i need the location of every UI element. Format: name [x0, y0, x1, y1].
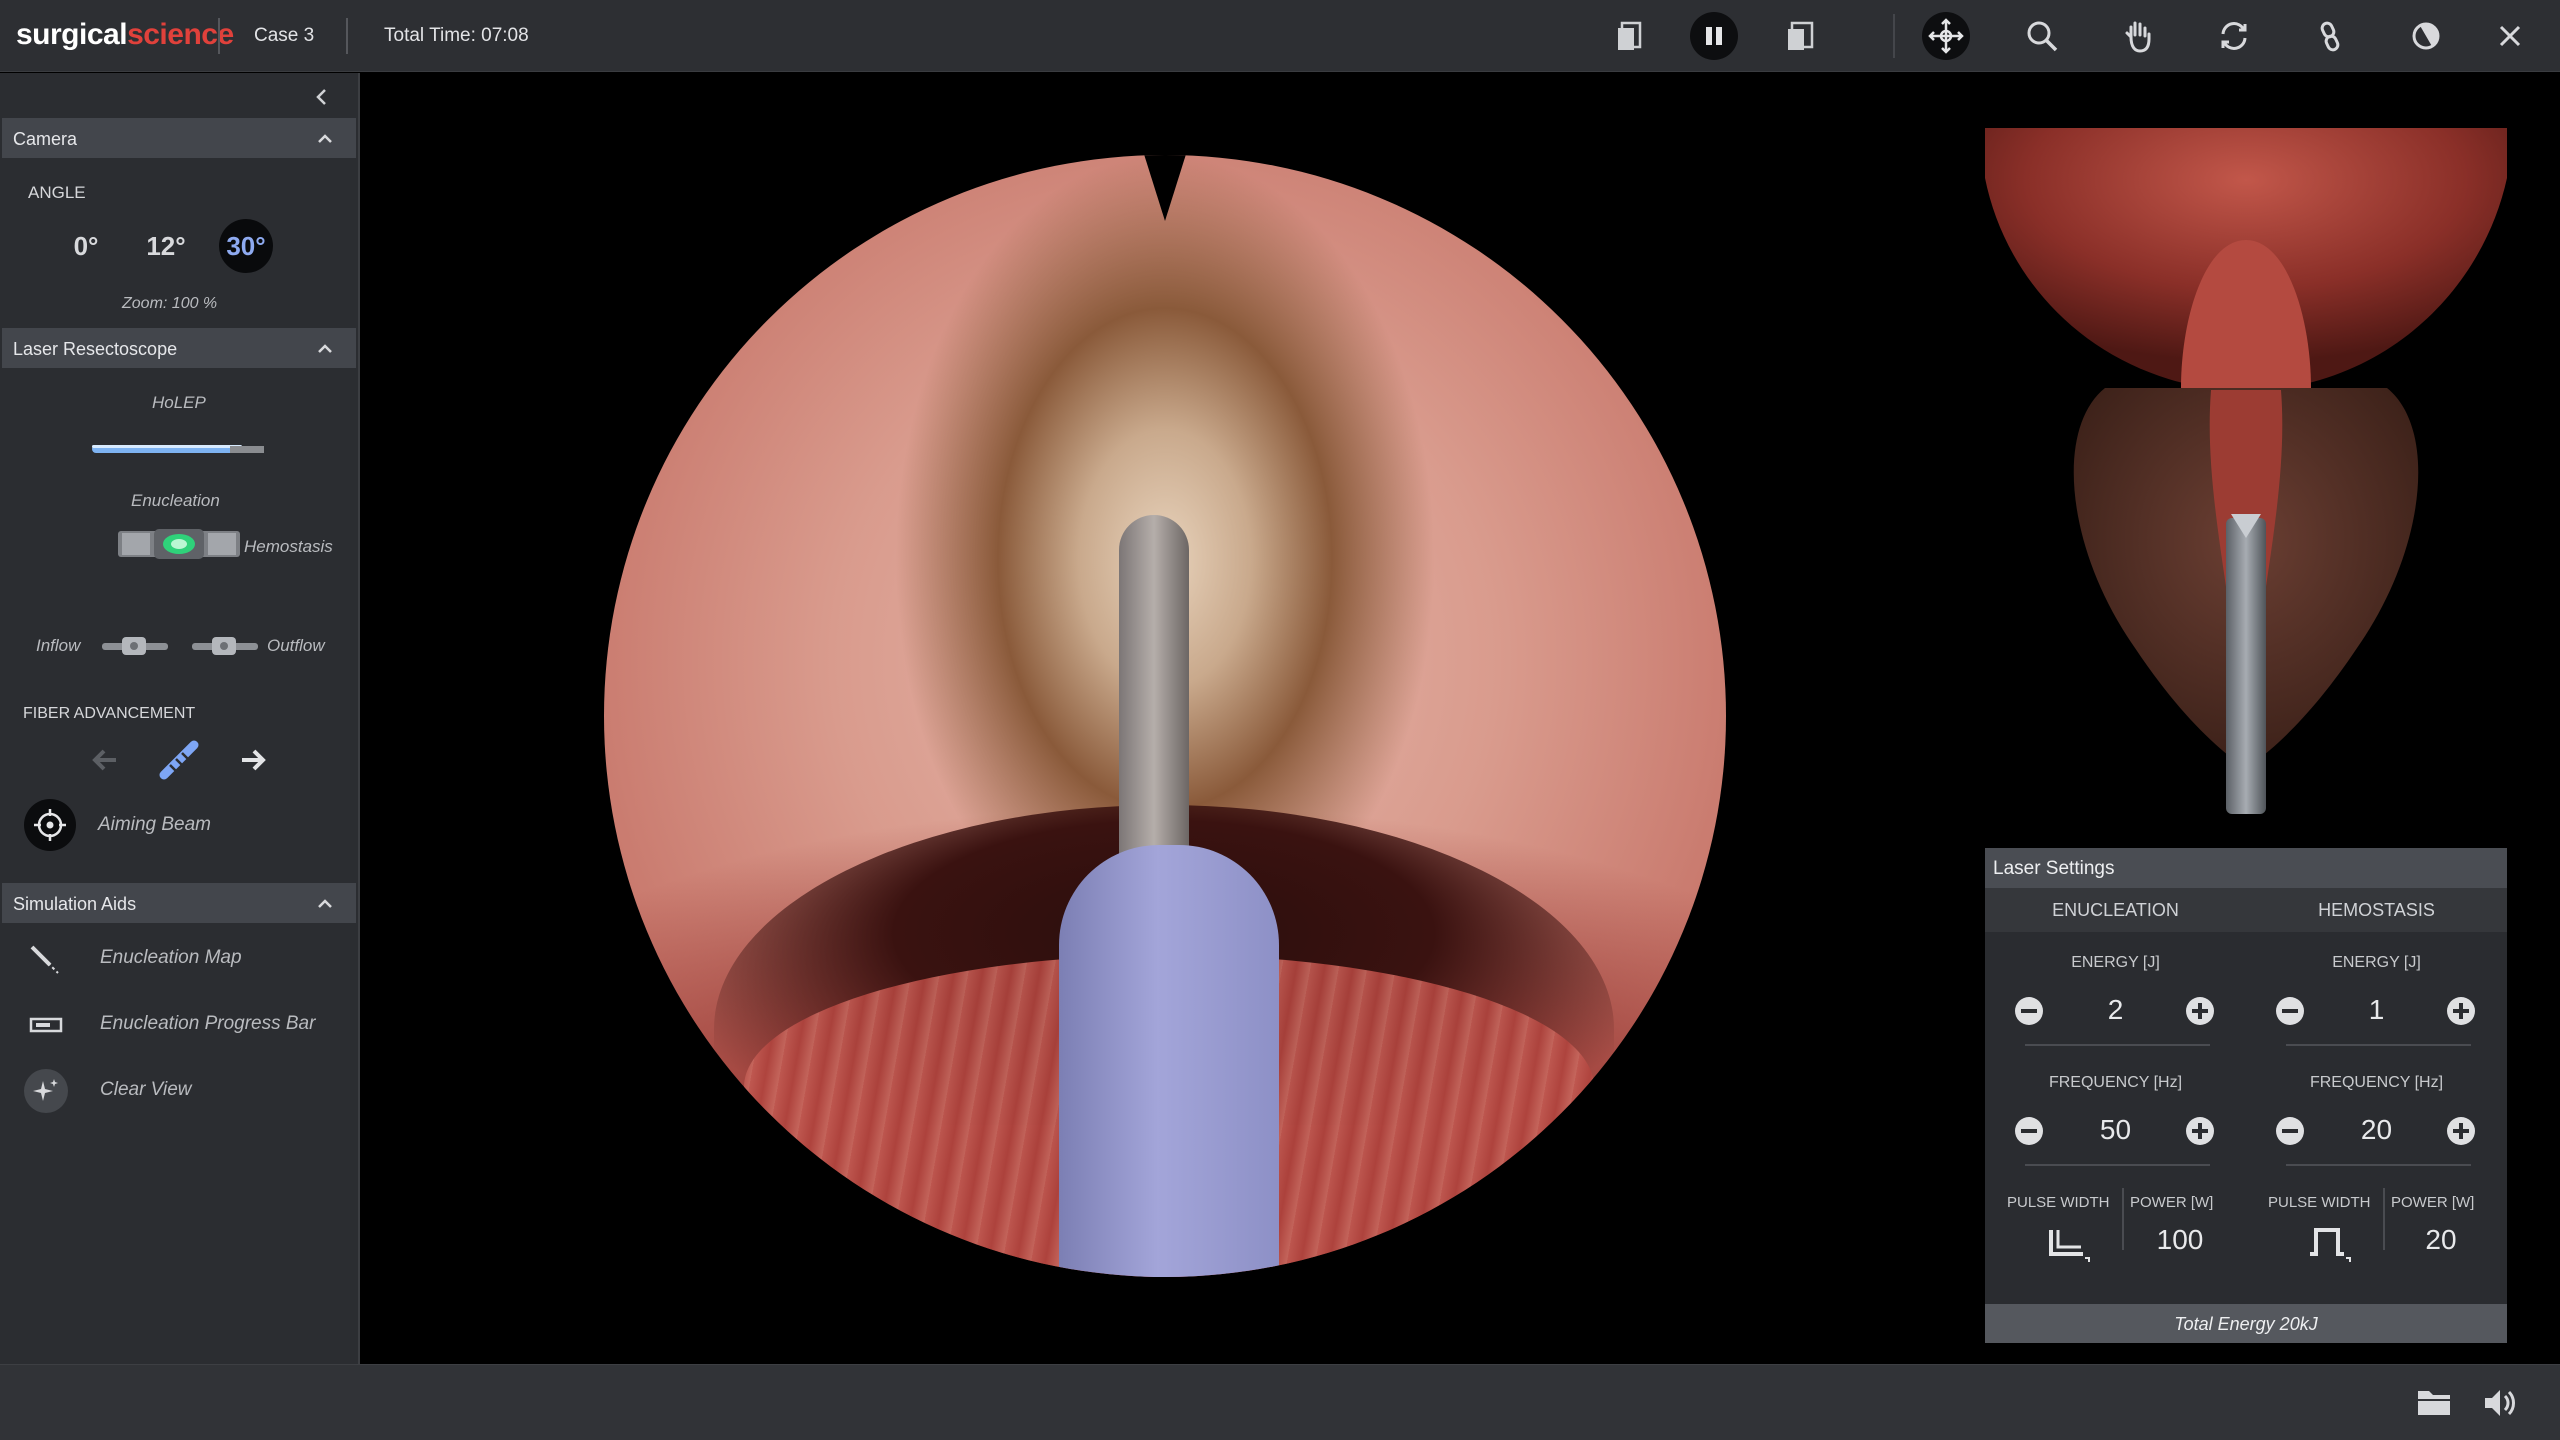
chevron-up-icon	[318, 344, 332, 353]
power-value: 100	[2156, 1224, 2204, 1255]
divider	[2383, 1188, 2385, 1250]
hand-icon[interactable]	[2114, 12, 2162, 60]
endoscope-view[interactable]	[604, 155, 1726, 1277]
inflow-label: Inflow	[36, 636, 81, 655]
section-title: Laser Resectoscope	[13, 339, 178, 359]
aid-enucleation-map[interactable]: Enucleation Map	[20, 933, 350, 985]
divider	[2025, 1044, 2210, 1046]
enucleation-title: ENUCLEATION	[2052, 900, 2179, 920]
laser-settings-header: Laser Settings	[1985, 848, 2507, 888]
divider	[2286, 1044, 2471, 1046]
divider	[2286, 1164, 2471, 1166]
laser-fiber	[1119, 515, 1189, 875]
aiming-beam-icon[interactable]	[24, 799, 76, 851]
pulse-long-icon[interactable]	[2045, 1224, 2093, 1264]
divider	[218, 18, 220, 54]
zoom-level: Zoom: 100 %	[122, 295, 218, 312]
power-label: POWER [W]	[2391, 1194, 2475, 1211]
angle-option-30[interactable]: 30°	[219, 219, 273, 273]
collapse-panel-icon[interactable]	[310, 85, 334, 109]
hemostasis-title: HEMOSTASIS	[2318, 900, 2435, 920]
rotate-icon[interactable]	[2210, 12, 2258, 60]
brand-part-1: surgical	[16, 18, 128, 51]
energy-plus-icon[interactable]	[2185, 996, 2215, 1026]
laser-mode-row: ENUCLEATION HEMOSTASIS	[1985, 888, 2507, 932]
frequency-plus-icon[interactable]	[2185, 1116, 2215, 1146]
left-panel: Camera ANGLE 0° 12° 30° Zoom: 100 % Lase…	[0, 73, 360, 1364]
transparency-icon[interactable]	[2402, 12, 2450, 60]
panel-title: Laser Settings	[1993, 858, 2115, 879]
aid-enucleation-progress-bar[interactable]: Enucleation Progress Bar	[20, 999, 350, 1051]
chevron-up-icon	[318, 134, 332, 143]
volume-icon[interactable]	[2480, 1383, 2520, 1423]
pulse-short-icon[interactable]	[2306, 1224, 2354, 1264]
angle-option-12[interactable]: 12°	[139, 219, 193, 273]
aid-clear-view[interactable]: Clear View	[20, 1065, 350, 1117]
laser-resectoscope-section-header[interactable]: Laser Resectoscope	[2, 328, 356, 368]
angle-label: ANGLE	[28, 183, 86, 202]
outflow-valve-icon[interactable]	[190, 633, 260, 659]
pause-icon[interactable]	[1690, 12, 1738, 60]
enucleation-settings: ENERGY [J] 2 FREQUENCY [Hz] 50 PULSE WID…	[1985, 932, 2246, 1304]
laser-settings-panel: Laser Settings ENUCLEATION HEMOSTASIS EN…	[1985, 848, 2507, 1343]
camera-move-icon[interactable]	[1922, 12, 1970, 60]
fiber-advance-arrow-icon[interactable]	[236, 743, 270, 777]
orientation-notch	[1143, 155, 1187, 221]
folder-icon[interactable]	[2414, 1383, 2454, 1423]
angle-option-0[interactable]: 0°	[59, 219, 113, 273]
layout-left-icon[interactable]	[1606, 12, 1654, 60]
pulse-width-label: PULSE WIDTH	[2007, 1194, 2110, 1211]
chevron-up-icon	[318, 899, 332, 908]
energy-label: ENERGY [J]	[2332, 954, 2421, 971]
top-bar: surgicalscience Case 3 Total Time: 07:08	[0, 0, 2560, 72]
hemostasis-mode-label: Hemostasis	[244, 537, 333, 556]
energy-plus-icon[interactable]	[2446, 996, 2476, 1026]
case-label: Case 3	[254, 25, 315, 46]
pulse-width-label: PULSE WIDTH	[2268, 1194, 2371, 1211]
anatomy-3d-view[interactable]	[1985, 128, 2507, 814]
aid-label: Enucleation Progress Bar	[100, 1013, 316, 1034]
fiber-tip-icon[interactable]	[158, 737, 202, 781]
sparkle-icon	[24, 1069, 68, 1113]
inflow-valve-icon[interactable]	[100, 633, 170, 659]
resectoscope-shape	[2226, 518, 2266, 814]
energy-label: ENERGY [J]	[2071, 954, 2160, 971]
divider	[346, 18, 348, 54]
simulation-aids-section-header[interactable]: Simulation Aids	[2, 883, 356, 923]
close-icon[interactable]	[2486, 12, 2534, 60]
camera-section-header[interactable]: Camera	[2, 118, 356, 158]
divider	[2122, 1188, 2124, 1250]
zoom-icon[interactable]	[2018, 12, 2066, 60]
outflow-label: Outflow	[267, 636, 325, 655]
layout-right-icon[interactable]	[1777, 12, 1825, 60]
resectoscope-sheath	[1059, 845, 1279, 1277]
frequency-label: FREQUENCY [Hz]	[2309, 1074, 2444, 1091]
instrument-label: HoLEP	[152, 393, 206, 412]
section-title: Camera	[13, 129, 78, 149]
frequency-label: FREQUENCY [Hz]	[2048, 1074, 2183, 1091]
map-icon	[24, 937, 68, 981]
frequency-plus-icon[interactable]	[2446, 1116, 2476, 1146]
total-time: Total Time: 07:08	[384, 25, 529, 46]
section-title: Simulation Aids	[13, 894, 137, 914]
brand-logo: surgicalscience	[16, 18, 234, 52]
power-label: POWER [W]	[2130, 1194, 2214, 1211]
bottom-bar	[0, 1364, 2560, 1440]
link-icon[interactable]	[2306, 12, 2354, 60]
divider	[2025, 1164, 2210, 1166]
mode-switch[interactable]	[116, 523, 242, 565]
enucleation-mode-label: Enucleation	[131, 491, 220, 510]
total-energy-bar: Total Energy 20kJ	[1985, 1304, 2507, 1343]
toolbar-divider	[1893, 14, 1895, 58]
laser-fiber-icon[interactable]	[90, 437, 266, 461]
fiber-advancement-label: FIBER ADVANCEMENT	[23, 705, 196, 722]
fiber-retract-arrow-icon[interactable]	[88, 743, 122, 777]
aid-label: Clear View	[100, 1079, 192, 1100]
aid-label: Enucleation Map	[100, 947, 242, 968]
progress-bar-icon	[24, 1003, 68, 1047]
total-energy: Total Energy 20kJ	[2174, 1314, 2318, 1334]
aiming-beam-label: Aiming Beam	[98, 814, 211, 835]
hemostasis-settings: ENERGY [J] 1 FREQUENCY [Hz] 20 PULSE WID…	[2246, 932, 2507, 1304]
power-value: 20	[2425, 1224, 2457, 1255]
